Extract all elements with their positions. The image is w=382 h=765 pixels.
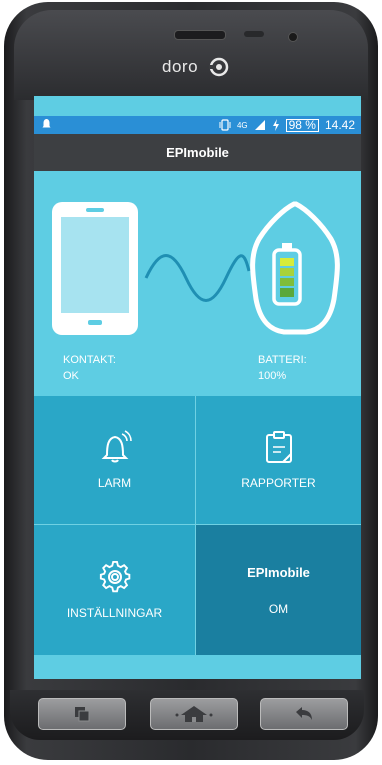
front-camera (288, 32, 298, 42)
app-title: EPImobile (166, 145, 229, 160)
status-illustration (52, 201, 340, 335)
app-bar: EPImobile (34, 134, 361, 171)
reports-label: RAPPORTER (241, 476, 316, 490)
connection-wave (144, 254, 251, 302)
phone-top-bezel (14, 10, 368, 100)
home-button[interactable] (150, 698, 238, 730)
network-type: 4G (236, 120, 248, 130)
status-bar: 4G 98 % 14.42 (34, 116, 361, 134)
recent-apps-button[interactable] (38, 698, 126, 730)
settings-tile[interactable]: INSTÄLLNINGAR (34, 525, 196, 655)
contact-value: OK (63, 370, 79, 382)
bell-icon (101, 430, 132, 463)
menu-grid: LARM RAPPORTER INSTÄLLNINGAR EPImobile O… (34, 396, 361, 655)
battery-label: BATTERI: (258, 354, 307, 366)
battery-value: 100% (258, 370, 287, 382)
back-button[interactable] (260, 698, 348, 730)
hardware-keys (10, 690, 364, 740)
settings-label: INSTÄLLNINGAR (66, 606, 163, 620)
alarm-label: LARM (97, 476, 132, 490)
phone-illustration-icon (52, 202, 138, 335)
vibrate-icon (219, 119, 231, 131)
signal-icon (254, 120, 265, 130)
alarm-tile[interactable]: LARM (34, 396, 196, 525)
status-panel: KONTAKT: OK BATTERI: 100% (34, 171, 361, 396)
recent-apps-icon (75, 707, 90, 722)
charging-icon (272, 119, 279, 131)
brand-logo-icon (209, 57, 229, 77)
proximity-sensor (244, 31, 264, 37)
earpiece-speaker (174, 30, 226, 40)
sensor-device-icon (250, 201, 340, 335)
phone-screen: 4G 98 % 14.42 EPImobile KONTAKT: OK BATT… (34, 96, 361, 679)
contact-label: KONTAKT: (63, 354, 116, 366)
clock: 14.42 (324, 118, 355, 132)
home-icon (175, 706, 213, 722)
reports-tile[interactable]: RAPPORTER (196, 396, 361, 525)
clipboard-icon (265, 431, 292, 463)
screen-bottom-strip (34, 655, 361, 679)
about-tile[interactable]: EPImobile OM (196, 525, 361, 655)
about-label: OM (268, 601, 289, 616)
brand-logo: doro (162, 57, 199, 76)
about-title: EPImobile (247, 564, 310, 580)
battery-percent: 98 % (285, 118, 319, 132)
gear-icon (99, 560, 130, 593)
back-arrow-icon (296, 707, 312, 720)
notification-icon (42, 119, 51, 128)
